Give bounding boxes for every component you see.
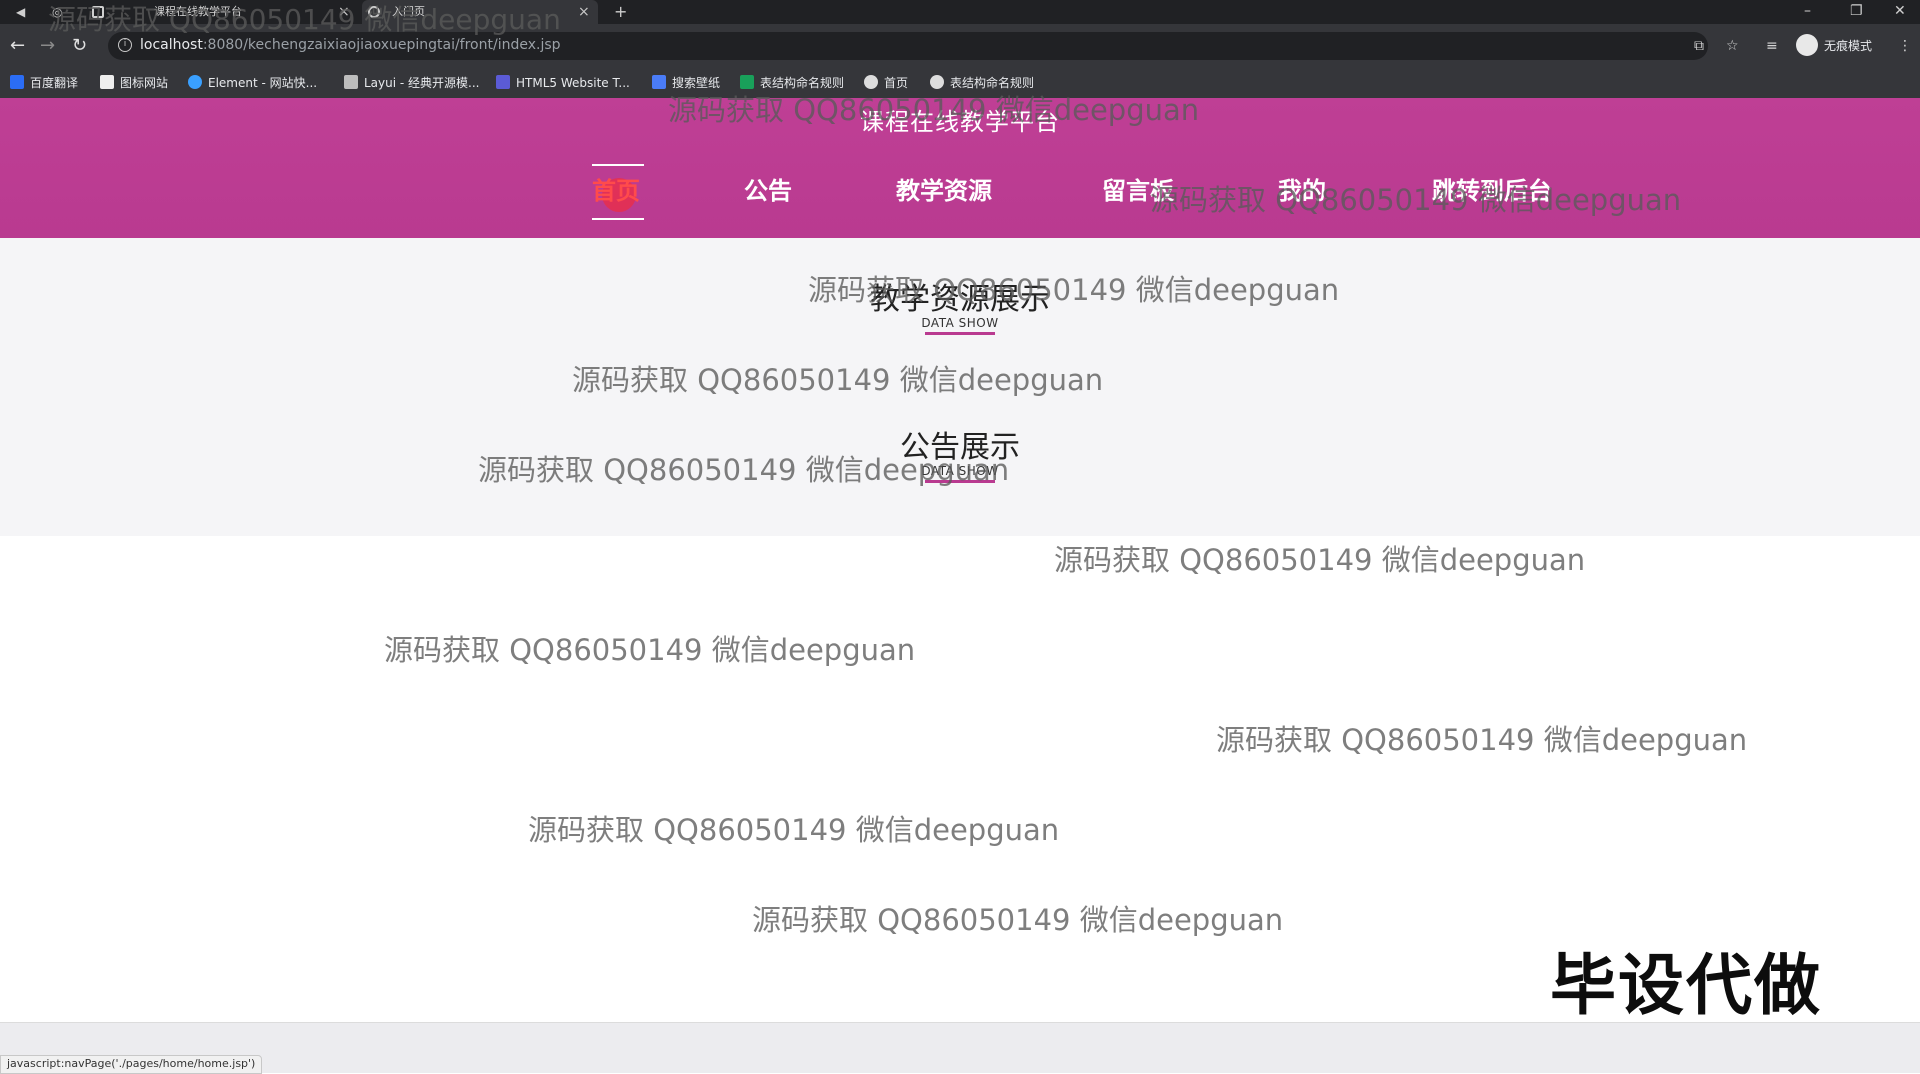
element-icon bbox=[188, 75, 202, 89]
forward-icon[interactable]: → bbox=[40, 35, 55, 57]
watermark-text: 源码获取 QQ86050149 微信deepguan bbox=[384, 633, 916, 667]
bookmark-home[interactable]: 首页 bbox=[864, 75, 908, 91]
bookmark-table-naming[interactable]: 表结构命名规则 bbox=[740, 75, 844, 91]
flag-icon bbox=[100, 75, 114, 89]
star-icon[interactable]: ☆ bbox=[1726, 36, 1739, 56]
speaker-icon[interactable]: ◀ bbox=[16, 0, 25, 24]
bookmark-label: 表结构命名规则 bbox=[760, 76, 845, 90]
watermark-text: 源码获取 QQ86050149 微信deepguan bbox=[478, 453, 1010, 487]
bookmark-table-naming-2[interactable]: 表结构命名规则 bbox=[930, 75, 1034, 91]
translate-bookmark-icon bbox=[10, 75, 24, 89]
reload-icon[interactable]: ↻ bbox=[72, 35, 87, 57]
nav-home[interactable]: 首页 bbox=[592, 176, 640, 206]
bookmark-baidu-translate[interactable]: 百度翻译 bbox=[10, 75, 78, 91]
bookmark-label: HTML5 Website T... bbox=[516, 76, 630, 90]
watermark-text: 源码获取 QQ86050149 微信deepguan bbox=[1054, 543, 1586, 577]
url-text[interactable]: localhost:8080/kechengzaixiaojiaoxueping… bbox=[140, 37, 561, 53]
incognito-icon bbox=[1796, 34, 1818, 56]
bookmark-html5[interactable]: HTML5 Website T... bbox=[496, 75, 630, 91]
bookmark-label: Element - 网站快... bbox=[208, 76, 318, 90]
section-underline bbox=[925, 332, 995, 335]
globe-icon bbox=[930, 75, 944, 89]
bookmark-label: 表结构命名规则 bbox=[950, 76, 1035, 90]
menu-icon[interactable]: ⋮ bbox=[1898, 36, 1912, 56]
watermark-text: 源码获取 QQ86050149 微信deepguan bbox=[808, 273, 1340, 307]
close-icon[interactable]: × bbox=[578, 0, 590, 24]
bookmark-label: 百度翻译 bbox=[30, 76, 79, 90]
bookmark-label: 搜索壁纸 bbox=[672, 76, 721, 90]
bookmark-label: 首页 bbox=[884, 76, 909, 90]
globe-icon bbox=[864, 75, 878, 89]
watermark-text: 源码获取 QQ86050149 微信deepguan bbox=[48, 3, 561, 36]
bookmark-label: Layui - 经典开源模... bbox=[364, 76, 480, 90]
watermark-text: 源码获取 QQ86050149 微信deepguan bbox=[572, 363, 1104, 397]
nav-active-top-bar bbox=[592, 164, 644, 166]
page-bottom-strip bbox=[0, 1022, 1920, 1073]
status-bar-link: javascript:navPage('./pages/home/home.js… bbox=[0, 1055, 263, 1074]
reading-list-icon[interactable]: ≡ bbox=[1766, 36, 1778, 56]
bookmark-icon-site[interactable]: 图标网站 bbox=[100, 75, 168, 91]
minimize-icon[interactable]: – bbox=[1804, 0, 1811, 24]
watermark-text: 源码获取 QQ86050149 微信deepguan bbox=[528, 813, 1060, 847]
translate-icon[interactable]: ⧉ bbox=[1694, 36, 1704, 56]
restore-icon[interactable]: ❐ bbox=[1850, 0, 1863, 24]
bookmark-wallpaper[interactable]: 搜索壁纸 bbox=[652, 75, 720, 91]
bookmark-element[interactable]: Element - 网站快... bbox=[188, 75, 317, 91]
window-close-icon[interactable]: ✕ bbox=[1894, 0, 1906, 24]
bookmark-layui[interactable]: Layui - 经典开源模... bbox=[344, 75, 479, 91]
new-tab-icon[interactable]: + bbox=[614, 0, 627, 24]
bookmark-label: 图标网站 bbox=[120, 76, 169, 90]
nav-active-bottom-bar bbox=[592, 218, 644, 220]
watermark-text: 源码获取 QQ86050149 微信deepguan bbox=[1216, 723, 1748, 757]
back-icon[interactable]: ← bbox=[10, 35, 25, 57]
watermark-text: 源码获取 QQ86050149 微信deepguan bbox=[668, 93, 1200, 127]
wallpaper-icon bbox=[652, 75, 666, 89]
url-path: :8080/kechengzaixiaojiaoxuepingtai/front… bbox=[202, 37, 561, 53]
sheet-icon bbox=[740, 75, 754, 89]
watermark-text: 源码获取 QQ86050149 微信deepguan bbox=[1150, 183, 1682, 217]
profile-label: 无痕模式 bbox=[1824, 39, 1873, 53]
layui-icon bbox=[344, 75, 358, 89]
url-host: localhost bbox=[140, 37, 203, 53]
nav-notice[interactable]: 公告 bbox=[744, 176, 792, 206]
nav-resources[interactable]: 教学资源 bbox=[896, 176, 992, 206]
html5-icon bbox=[496, 75, 510, 89]
info-icon[interactable]: i bbox=[118, 38, 132, 52]
section-subtitle-resources: DATA SHOW bbox=[921, 316, 999, 330]
promo-stamp: 毕设代做 bbox=[1550, 947, 1822, 1024]
watermark-text: 源码获取 QQ86050149 微信deepguan bbox=[752, 903, 1284, 937]
